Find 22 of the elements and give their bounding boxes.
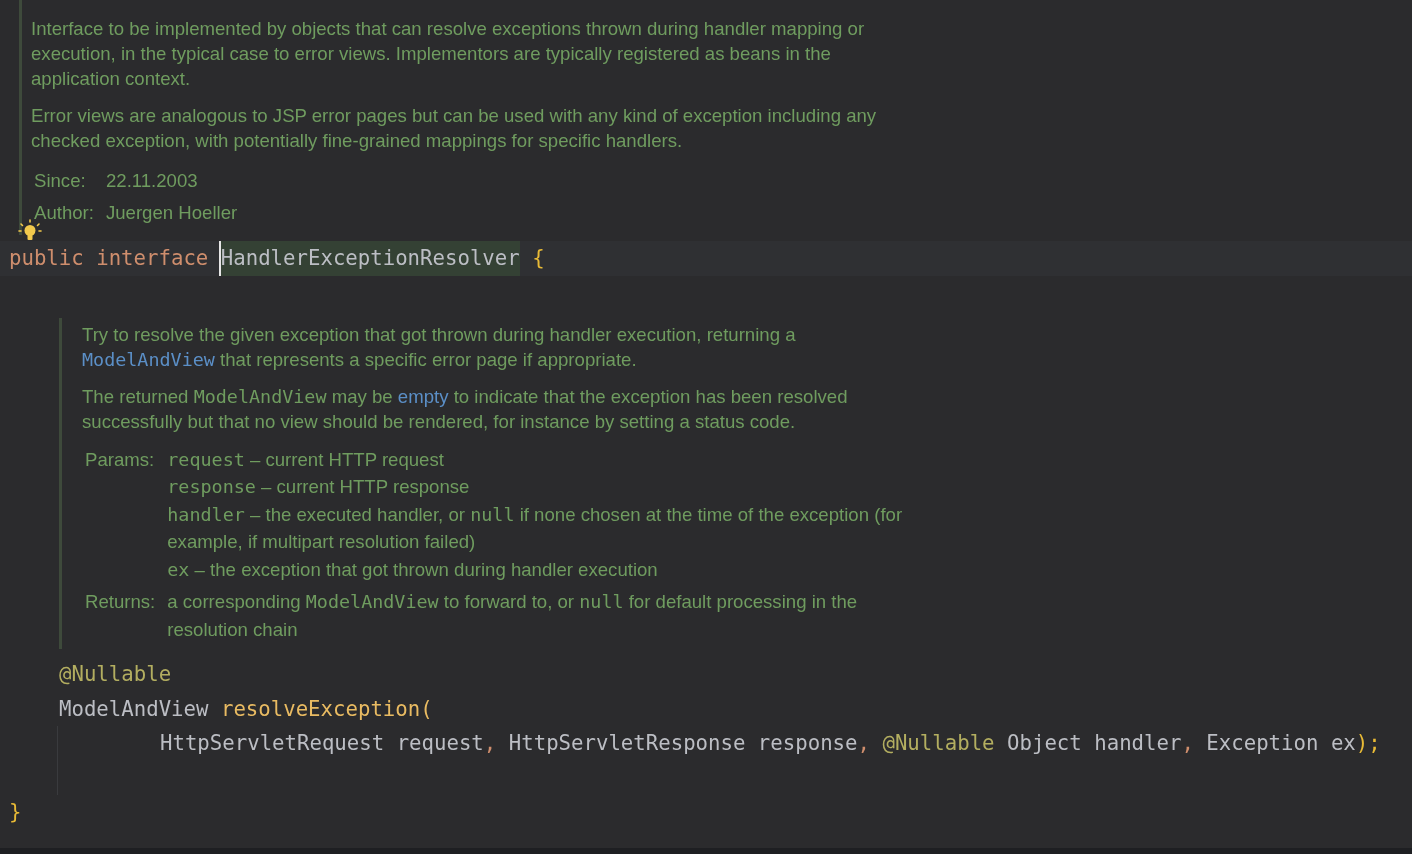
doc-link[interactable]: ModelAndView: [82, 348, 215, 370]
doc-paragraph: Error views are analogous to JSP error pages but can be used with any kind of exception including any checked exception, with potentially fine-grained mappings for specific handlers.: [31, 104, 877, 153]
doc-paragraph: Try to resolve the given exception that got thrown during handler execution, returning a ModelAndView that represents a specific error page if appropriate.: [82, 322, 796, 372]
code-line: }: [9, 799, 22, 826]
code-line: public interface HandlerExceptionResolver {: [9, 241, 545, 276]
doc-tag-label: Returns:: [85, 590, 156, 614]
doc-tag-text: Juergen Hoeller: [105, 201, 238, 225]
doc-tag-label: Since:: [34, 169, 86, 193]
code-line: ModelAndView resolveException(: [59, 695, 433, 723]
doc-paragraph: Interface to be implemented by objects that can resolve exceptions thrown during handler mapping or execution, in the typical case to error views. Implementors are typically registered as beans in the application context.: [31, 17, 865, 91]
doc-link[interactable]: empty: [397, 385, 449, 407]
doc-tag-text: request – current HTTP request: [167, 447, 444, 472]
doc-tag-label: Params:: [85, 447, 155, 472]
doc-paragraph: The returned ModelAndView may be empty to indicate that the exception has been resolved successfully but that no view should be rendered, for instance by setting a status code.: [82, 384, 848, 434]
doc-tag-text: 22.11.2003: [105, 169, 198, 193]
code-line: HttpServletRequest request, HttpServletResponse response, @Nullable Object handler, Exception ex);: [160, 730, 1381, 757]
doc-tag-text: a corresponding ModelAndView to forward to, or null for default processing in the resolution chain: [167, 590, 858, 642]
code-line: @Nullable: [59, 661, 172, 688]
doc-tag-text: response – current HTTP response: [167, 475, 470, 499]
doc-tag-text: handler – the executed handler, or null if none chosen at the time of the exception (for example, if multipart resolution failed): [167, 502, 903, 554]
doc-tag-text: ex – the exception that got thrown during handler execution: [167, 557, 658, 582]
doc-tag-label: Author:: [34, 201, 94, 225]
